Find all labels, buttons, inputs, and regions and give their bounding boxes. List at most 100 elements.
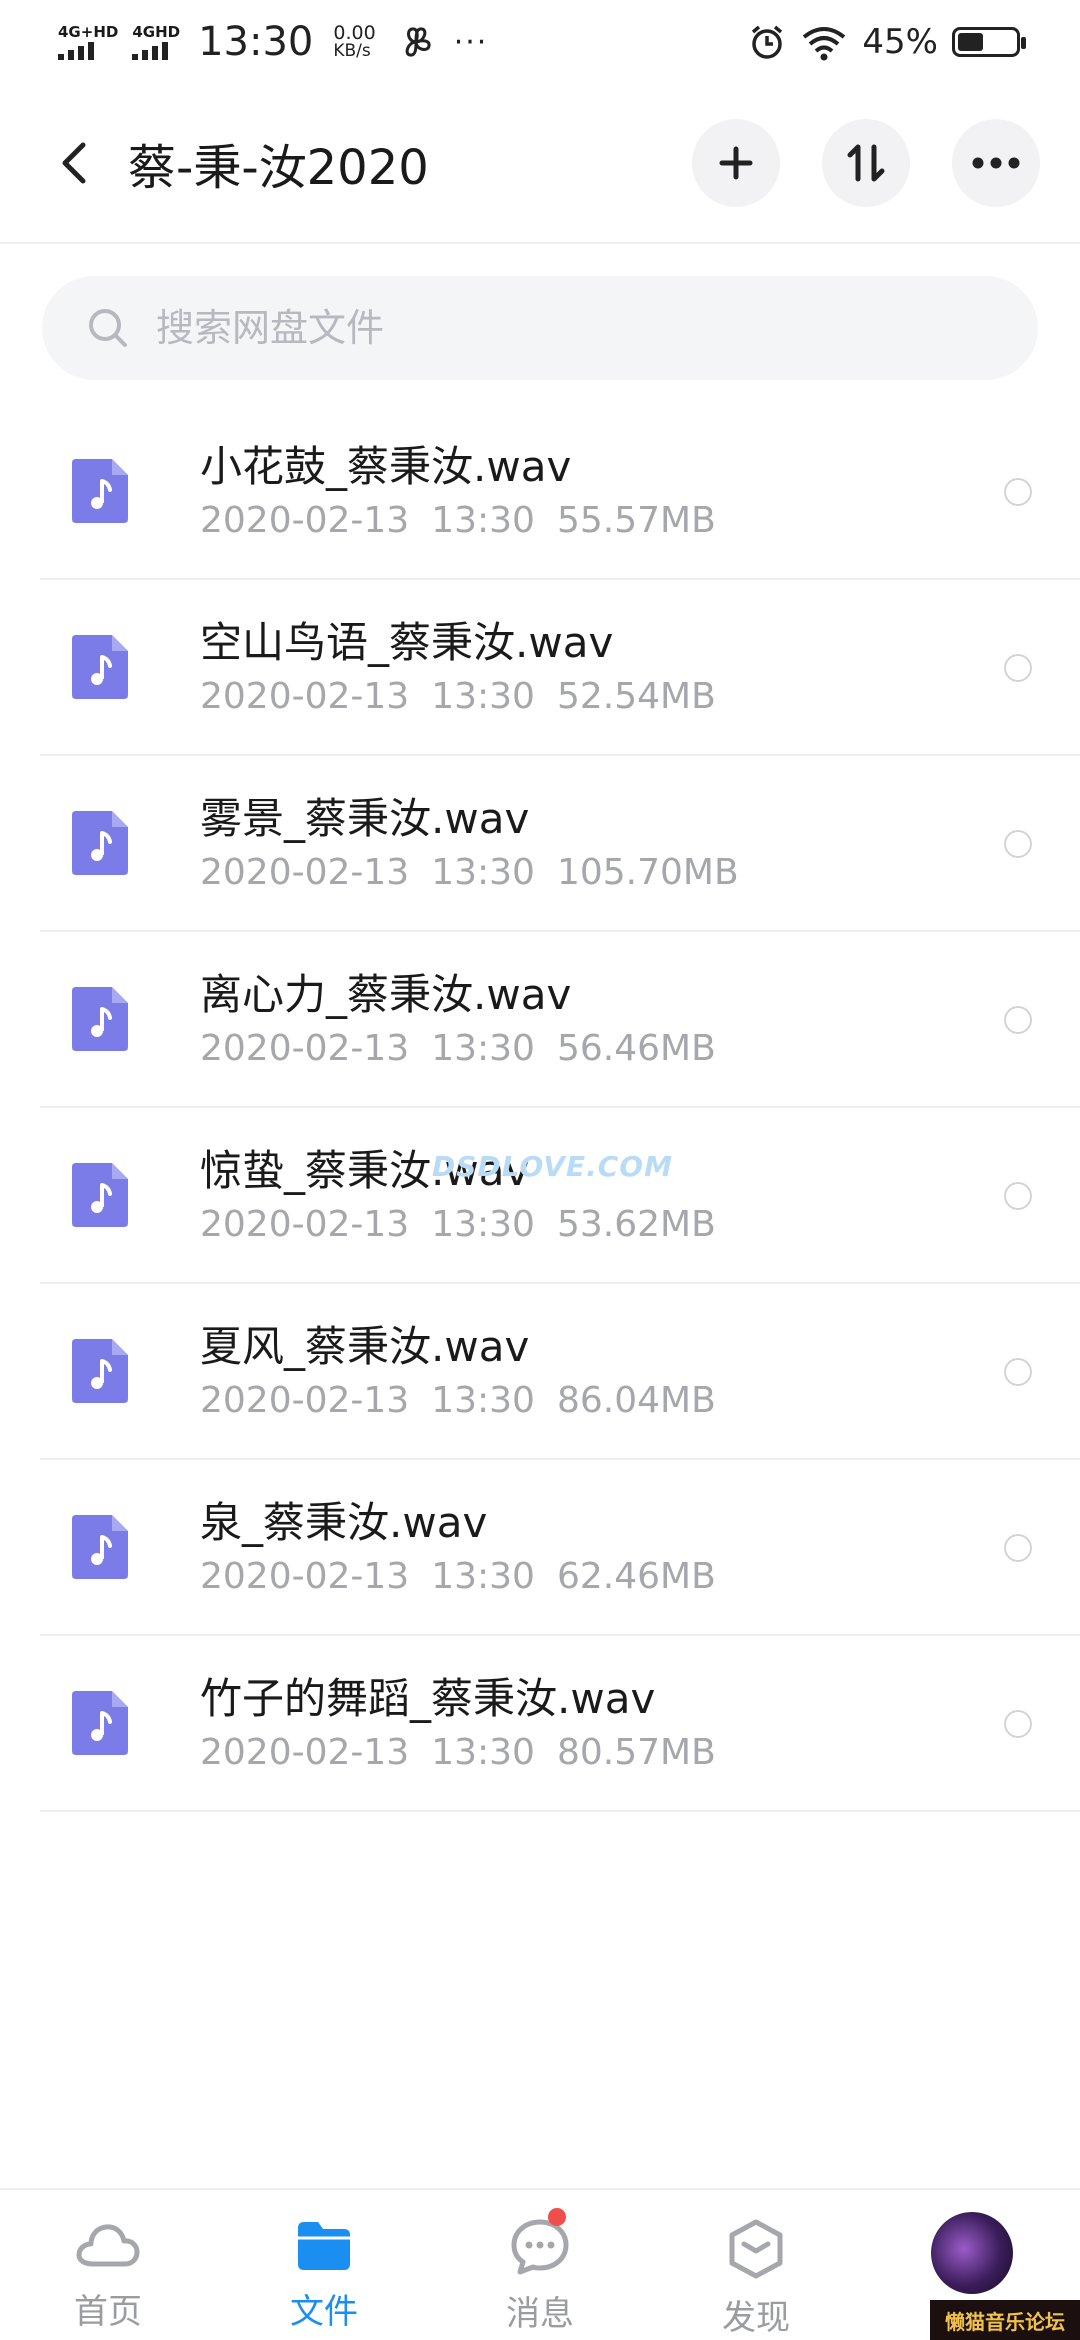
select-radio[interactable] bbox=[1004, 1710, 1032, 1738]
network-label-2: 4GHD bbox=[132, 22, 181, 41]
search-icon bbox=[89, 309, 127, 347]
status-right: 45% bbox=[748, 22, 1026, 62]
select-radio[interactable] bbox=[1004, 478, 1032, 506]
more-dots-icon bbox=[972, 157, 1020, 169]
file-row[interactable]: 空山鸟语_蔡秉汝.wav 2020-02-13 13:30 52.54MB bbox=[40, 580, 1080, 756]
file-size: 80.57MB bbox=[556, 1731, 716, 1773]
file-info: 夏风_蔡秉汝.wav 2020-02-13 13:30 86.04MB bbox=[200, 1321, 716, 1421]
nav-discover-label: 发现 bbox=[722, 2298, 790, 2338]
file-date: 2020-02-13 bbox=[200, 851, 410, 893]
file-name: 雾景_蔡秉汝.wav bbox=[200, 794, 530, 844]
chat-bubble-icon bbox=[511, 2219, 569, 2275]
file-list: 小花鼓_蔡秉汝.wav 2020-02-13 13:30 55.57MB 空山鸟语_蔡秉… bbox=[0, 404, 1080, 1812]
battery-percent: 45% bbox=[862, 22, 938, 62]
notification-badge bbox=[548, 2208, 566, 2226]
nav-discover[interactable]: 发现 bbox=[648, 2190, 864, 2340]
file-name: 夏风_蔡秉汝.wav bbox=[200, 1322, 530, 1372]
file-date: 2020-02-13 bbox=[200, 1203, 410, 1245]
file-time: 13:30 bbox=[431, 675, 535, 717]
file-size: 55.57MB bbox=[556, 499, 716, 541]
file-row[interactable]: 惊蛰_蔡秉汝.wav 2020-02-13 13:30 53.62MB bbox=[40, 1108, 1080, 1284]
file-row[interactable]: 离心力_蔡秉汝.wav 2020-02-13 13:30 56.46MB bbox=[40, 932, 1080, 1108]
network-speed: 0.00 KB/s bbox=[333, 24, 375, 60]
select-radio[interactable] bbox=[1004, 1534, 1032, 1562]
cloud-icon bbox=[76, 2224, 140, 2267]
audio-file-icon bbox=[72, 1515, 128, 1579]
file-info: 泉_蔡秉汝.wav 2020-02-13 13:30 62.46MB bbox=[200, 1497, 716, 1597]
sort-button[interactable] bbox=[822, 119, 910, 207]
file-date: 2020-02-13 bbox=[200, 675, 410, 717]
file-meta: 2020-02-13 13:30 52.54MB bbox=[200, 676, 716, 717]
audio-file-icon bbox=[72, 1163, 128, 1227]
nav-files[interactable]: 文件 bbox=[216, 2190, 432, 2340]
file-name: 泉_蔡秉汝.wav bbox=[200, 1498, 488, 1548]
file-size: 62.46MB bbox=[556, 1555, 716, 1597]
battery-fill bbox=[958, 33, 984, 51]
avatar[interactable] bbox=[931, 2212, 1013, 2294]
file-info: 离心力_蔡秉汝.wav 2020-02-13 13:30 56.46MB bbox=[200, 969, 716, 1069]
wifi-icon bbox=[803, 27, 846, 61]
file-row[interactable]: 小花鼓_蔡秉汝.wav 2020-02-13 13:30 55.57MB bbox=[40, 404, 1080, 580]
select-radio[interactable] bbox=[1004, 1182, 1032, 1210]
page-title: 蔡-秉-汝2020 bbox=[128, 140, 429, 196]
audio-file-icon bbox=[72, 1691, 128, 1755]
file-size: 105.70MB bbox=[556, 851, 739, 893]
select-radio[interactable] bbox=[1004, 830, 1032, 858]
chevron-left-icon bbox=[62, 142, 86, 184]
search-input[interactable] bbox=[156, 306, 956, 350]
file-size: 86.04MB bbox=[556, 1379, 716, 1421]
search-bar[interactable] bbox=[42, 276, 1038, 380]
more-button[interactable] bbox=[952, 119, 1040, 207]
fan-icon bbox=[405, 27, 431, 57]
file-time: 13:30 bbox=[431, 499, 535, 541]
file-name: 离心力_蔡秉汝.wav bbox=[200, 970, 572, 1020]
file-row[interactable]: 夏风_蔡秉汝.wav 2020-02-13 13:30 86.04MB bbox=[40, 1284, 1080, 1460]
file-time: 13:30 bbox=[431, 1379, 535, 1421]
file-row[interactable]: 竹子的舞蹈_蔡秉汝.wav 2020-02-13 13:30 80.57MB bbox=[40, 1636, 1080, 1812]
select-radio[interactable] bbox=[1004, 1358, 1032, 1386]
file-info: 竹子的舞蹈_蔡秉汝.wav 2020-02-13 13:30 80.57MB bbox=[200, 1673, 716, 1773]
select-radio[interactable] bbox=[1004, 654, 1032, 682]
file-meta: 2020-02-13 13:30 80.57MB bbox=[200, 1732, 716, 1773]
audio-file-icon bbox=[72, 811, 128, 875]
folder-icon bbox=[298, 2222, 350, 2270]
watermark: DSDLOVE.COM bbox=[432, 1150, 673, 1183]
file-meta: 2020-02-13 13:30 56.46MB bbox=[200, 1028, 716, 1069]
file-date: 2020-02-13 bbox=[200, 499, 410, 541]
file-meta: 2020-02-13 13:30 55.57MB bbox=[200, 500, 716, 541]
nav-messages[interactable]: 消息 bbox=[432, 2190, 648, 2340]
audio-file-icon bbox=[72, 987, 128, 1051]
nav-messages-label: 消息 bbox=[506, 2294, 574, 2334]
file-date: 2020-02-13 bbox=[200, 1731, 410, 1773]
status-left: 4G+HD 4GHD 13:30 0.00 KB/s ··· bbox=[58, 19, 488, 65]
file-meta: 2020-02-13 13:30 86.04MB bbox=[200, 1380, 716, 1421]
sort-icon bbox=[847, 144, 885, 182]
file-date: 2020-02-13 bbox=[200, 1027, 410, 1069]
file-meta: 2020-02-13 13:30 62.46MB bbox=[200, 1556, 716, 1597]
file-date: 2020-02-13 bbox=[200, 1555, 410, 1597]
file-name: 竹子的舞蹈_蔡秉汝.wav bbox=[200, 1674, 656, 1724]
file-row[interactable]: 雾景_蔡秉汝.wav 2020-02-13 13:30 105.70MB bbox=[40, 756, 1080, 932]
nav-files-label: 文件 bbox=[290, 2292, 358, 2332]
plus-icon bbox=[719, 146, 753, 180]
add-button[interactable] bbox=[692, 119, 780, 207]
signal-bars-icon bbox=[132, 41, 169, 60]
audio-file-icon bbox=[72, 459, 128, 523]
file-time: 13:30 bbox=[431, 1027, 535, 1069]
clock: 13:30 bbox=[198, 19, 314, 65]
file-time: 13:30 bbox=[431, 1203, 535, 1245]
file-time: 13:30 bbox=[431, 1555, 535, 1597]
header: 蔡-秉-汝2020 bbox=[0, 84, 1080, 244]
signal-bars-icon bbox=[58, 41, 94, 60]
file-row[interactable]: 泉_蔡秉汝.wav 2020-02-13 13:30 62.46MB bbox=[40, 1460, 1080, 1636]
select-radio[interactable] bbox=[1004, 1006, 1032, 1034]
file-size: 53.62MB bbox=[556, 1203, 716, 1245]
file-name: 小花鼓_蔡秉汝.wav bbox=[200, 442, 572, 492]
network-indicator-2: 4GHD bbox=[132, 22, 181, 60]
hexagon-icon bbox=[729, 2219, 783, 2279]
audio-file-icon bbox=[72, 635, 128, 699]
nav-home[interactable]: 首页 bbox=[0, 2190, 216, 2340]
battery-icon bbox=[952, 27, 1026, 57]
file-time: 13:30 bbox=[431, 851, 535, 893]
back-button[interactable] bbox=[44, 133, 104, 193]
